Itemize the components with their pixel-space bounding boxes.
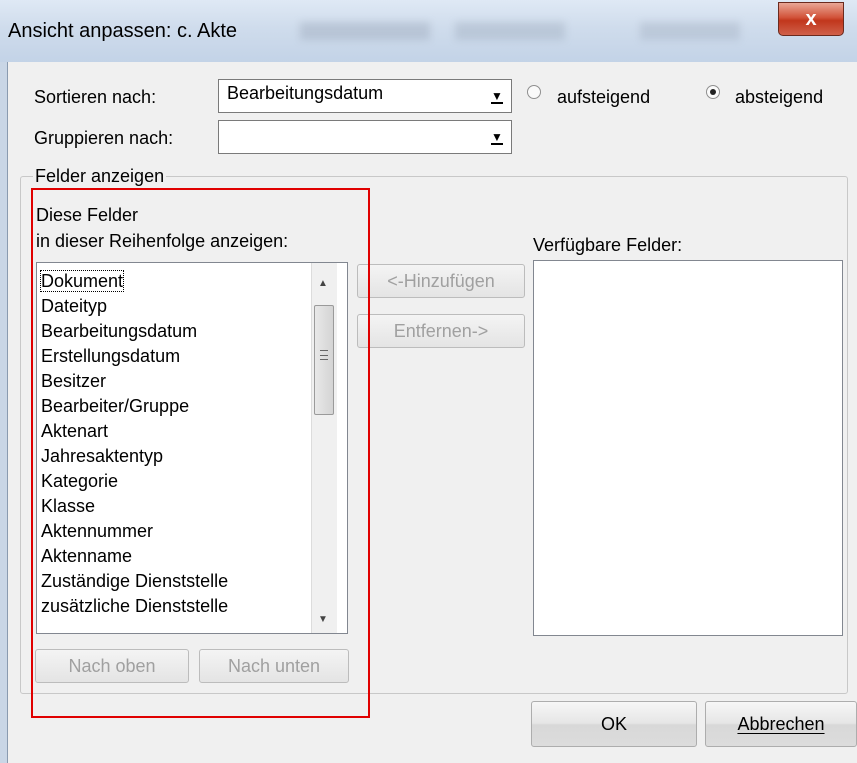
cancel-button[interactable]: Abbrechen: [705, 701, 857, 747]
cancel-button-label: Abbrechen: [737, 714, 825, 734]
title-bar-blur: [300, 22, 430, 40]
close-button[interactable]: x: [778, 2, 844, 36]
title-bar-blur: [455, 22, 565, 40]
ok-button-label: OK: [600, 714, 627, 734]
title-bar-blur: [640, 22, 740, 40]
sort-descending-radio[interactable]: [706, 85, 720, 99]
add-button-label: <-Hinzufügen: [387, 271, 495, 291]
sort-combobox[interactable]: Bearbeitungsdatum ▼: [218, 79, 512, 113]
ok-button[interactable]: OK: [531, 701, 697, 747]
sort-label: Sortieren nach:: [34, 87, 157, 107]
sort-ascending-label[interactable]: aufsteigend: [557, 87, 650, 108]
sort-value: Bearbeitungsdatum: [227, 83, 384, 103]
close-icon: x: [805, 8, 817, 30]
group-label: Gruppieren nach:: [34, 128, 174, 148]
chevron-down-icon[interactable]: ▼: [485, 82, 509, 110]
available-fields-caption: Verfügbare Felder:: [533, 235, 683, 255]
group-combobox[interactable]: ▼: [218, 120, 512, 154]
sort-ascending-radio[interactable]: [527, 85, 541, 99]
chevron-down-icon[interactable]: ▼: [485, 123, 509, 151]
remove-button-label: Entfernen->: [393, 321, 489, 341]
add-button[interactable]: <-Hinzufügen: [357, 264, 525, 298]
window-title: Ansicht anpassen: c. Akte: [8, 20, 238, 42]
remove-button[interactable]: Entfernen->: [357, 314, 525, 348]
sort-descending-label[interactable]: absteigend: [735, 87, 823, 108]
fields-groupbox-label: Felder anzeigen: [33, 166, 167, 187]
available-fields-listbox[interactable]: [533, 260, 843, 636]
highlight-annotation-box: [31, 188, 370, 718]
